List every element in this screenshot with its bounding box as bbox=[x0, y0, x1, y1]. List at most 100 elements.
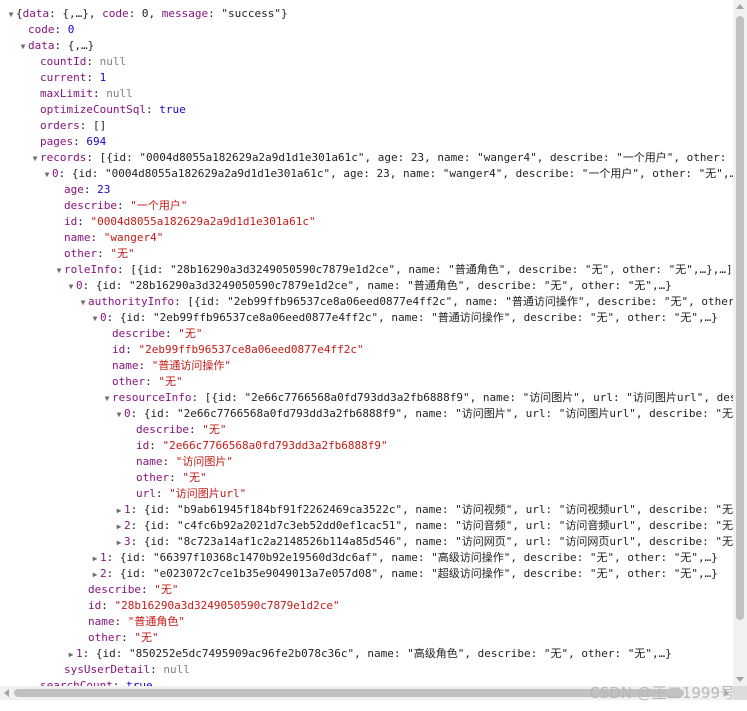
tree-text: : {id: "66397f10368c1470b92e19560d3dc6af… bbox=[106, 551, 718, 564]
expand-triangle-down-icon[interactable]: ▼ bbox=[18, 39, 28, 55]
property-key: age bbox=[64, 183, 84, 196]
tree-line[interactable]: ▶ 2: {id: "e023072c7ce1b35e9049013a7e057d… bbox=[90, 566, 718, 582]
property-value: "访问图片" bbox=[175, 455, 233, 468]
tree-line[interactable]: ▼ {data: {,…}, code: 0, message: "success… bbox=[6, 6, 288, 22]
scroll-left-arrow-icon[interactable] bbox=[4, 689, 9, 697]
tree-text: : bbox=[164, 327, 179, 340]
property-value: null bbox=[163, 663, 190, 676]
property-value: "28b16290a3d3249050590c7879e1d2ce" bbox=[114, 599, 340, 612]
tree-line: maxLimit: null bbox=[30, 86, 133, 102]
expand-triangle-down-icon[interactable]: ▼ bbox=[42, 167, 52, 183]
tree-line[interactable]: ▼ data: {,…} bbox=[18, 38, 95, 55]
expand-triangle-right-icon[interactable]: ▶ bbox=[66, 647, 76, 663]
tree-line[interactable]: ▼ resourceInfo: [{id: "2e66c7766568a0fd79… bbox=[102, 390, 733, 406]
property-value: 694 bbox=[86, 135, 107, 148]
property-key: describe bbox=[88, 583, 141, 596]
tree-line[interactable]: ▶ 1: {id: "66397f10368c1470b92e19560d3dc6… bbox=[90, 550, 718, 566]
tree-line: code: 0 bbox=[18, 22, 74, 38]
property-key: name bbox=[88, 615, 115, 628]
tree-text: { bbox=[16, 7, 23, 20]
tree-text: : 0, bbox=[128, 7, 162, 20]
property-key: message bbox=[161, 7, 209, 20]
property-value: "wanger4" bbox=[103, 231, 164, 244]
tree-text: : bbox=[112, 679, 127, 686]
property-value: null bbox=[106, 87, 133, 100]
property-key: countId bbox=[40, 55, 87, 68]
tree-line[interactable]: ▼ records: [{id: "0004d8055a182629a2a9d1d… bbox=[30, 150, 733, 166]
tree-text: : bbox=[73, 135, 87, 148]
expand-triangle-down-icon[interactable]: ▼ bbox=[66, 279, 76, 295]
scroll-up-arrow-icon[interactable] bbox=[736, 4, 744, 9]
property-value: "无" bbox=[202, 423, 227, 436]
tree-text: : {id: "b9ab61945f184bf91f2262469ca3522c… bbox=[130, 503, 733, 516]
tree-text: : bbox=[86, 71, 100, 84]
tree-line: pages: 694 bbox=[30, 134, 106, 150]
property-key: name bbox=[136, 455, 163, 468]
property-value: true bbox=[126, 679, 153, 686]
property-value: "无" bbox=[110, 247, 135, 260]
property-key: describe bbox=[112, 327, 165, 340]
property-value: "无" bbox=[158, 375, 183, 388]
json-tree-viewer: ▼ {data: {,…}, code: 0, message: "success… bbox=[0, 0, 733, 686]
tree-text: : bbox=[145, 375, 159, 388]
property-value: true bbox=[159, 103, 186, 116]
vertical-scrollbar[interactable] bbox=[733, 0, 747, 686]
expand-triangle-down-icon[interactable]: ▼ bbox=[30, 151, 40, 167]
expand-triangle-right-icon[interactable]: ▶ bbox=[90, 551, 100, 567]
tree-line: sysUserDetail: null bbox=[54, 662, 190, 678]
expand-triangle-down-icon[interactable]: ▼ bbox=[6, 7, 16, 23]
tree-line[interactable]: ▼ 0: {id: "2eb99ffb96537ce8a06eed0877e4ff… bbox=[90, 310, 718, 326]
tree-text: : bbox=[54, 23, 68, 36]
property-key: code bbox=[102, 7, 129, 20]
property-key: 2 bbox=[100, 567, 107, 580]
tree-line[interactable]: ▶ 2: {id: "c4fc6b92a2021d7c3eb52dd0ef1cac… bbox=[114, 518, 733, 534]
tree-text: : bbox=[90, 231, 104, 244]
property-value: 1 bbox=[99, 71, 107, 84]
tree-text: : {id: "28b16290a3d3249050590c7879e1d2ce… bbox=[82, 279, 672, 292]
tree-text: : bbox=[169, 471, 183, 484]
tree-line[interactable]: ▶ 1: {id: "850252e5dc7495909ac96fe2b078c3… bbox=[66, 646, 672, 662]
expand-triangle-down-icon[interactable]: ▼ bbox=[90, 311, 100, 327]
expand-triangle-right-icon[interactable]: ▶ bbox=[114, 503, 124, 519]
property-key: 0 bbox=[52, 167, 59, 180]
tree-line[interactable]: ▶ 1: {id: "b9ab61945f184bf91f2262469ca352… bbox=[114, 502, 733, 518]
tree-line[interactable]: ▼ 0: {id: "0004d8055a182629a2a9d1d1e301a6… bbox=[42, 166, 733, 182]
tree-text: : bbox=[150, 663, 164, 676]
vertical-scroll-thumb[interactable] bbox=[736, 16, 744, 620]
property-key: data bbox=[28, 39, 55, 52]
property-value: "无" bbox=[154, 583, 179, 596]
property-key: 0 bbox=[100, 311, 107, 324]
tree-text: : bbox=[114, 615, 128, 628]
property-key: authorityInfo bbox=[88, 295, 175, 308]
tree-line: id: "2eb99ffb96537ce8a06eed0877e4ff2c" bbox=[102, 342, 364, 358]
tree-text: : bbox=[138, 359, 152, 372]
property-value: "普通角色" bbox=[127, 615, 185, 628]
tree-text: : bbox=[83, 183, 98, 196]
tree-text: : [{id: "2e66c7766568a0fd793dd3a2fb6888f… bbox=[191, 391, 733, 404]
expand-triangle-down-icon[interactable]: ▼ bbox=[54, 263, 64, 279]
tree-text: : [{id: "2eb99ffb96537ce8a06eed0877e4ff2… bbox=[174, 295, 733, 308]
expand-triangle-down-icon[interactable]: ▼ bbox=[102, 391, 112, 407]
tree-text: : bbox=[116, 199, 131, 212]
tree-line[interactable]: ▼ roleInfo: [{id: "28b16290a3d3249050590c… bbox=[54, 262, 733, 278]
expand-triangle-down-icon[interactable]: ▼ bbox=[114, 407, 124, 423]
tree-line[interactable]: ▼ 0: {id: "2e66c7766568a0fd793dd3a2fb6888… bbox=[114, 406, 733, 422]
tree-text: : {id: "0004d8055a182629a2a9d1d1e301a61c… bbox=[58, 167, 733, 180]
expand-triangle-down-icon[interactable]: ▼ bbox=[78, 295, 88, 311]
property-key: other bbox=[64, 247, 98, 260]
expand-triangle-right-icon[interactable]: ▶ bbox=[114, 519, 124, 535]
property-value: 23 bbox=[97, 183, 111, 196]
tree-line[interactable]: ▼ 0: {id: "28b16290a3d3249050590c7879e1d2… bbox=[66, 278, 672, 294]
property-key: 1 bbox=[100, 551, 107, 564]
tree-line: other: "无" bbox=[126, 470, 207, 486]
scroll-down-arrow-icon[interactable] bbox=[736, 677, 744, 682]
tree-text: : bbox=[92, 87, 107, 100]
property-key: id bbox=[88, 599, 102, 612]
expand-triangle-right-icon[interactable]: ▶ bbox=[114, 535, 124, 551]
tree-line[interactable]: ▼ authorityInfo: [{id: "2eb99ffb96537ce8a… bbox=[78, 294, 733, 310]
expand-triangle-right-icon[interactable]: ▶ bbox=[90, 567, 100, 583]
property-key: id bbox=[112, 343, 126, 356]
horizontal-scroll-thumb[interactable] bbox=[14, 689, 684, 697]
tree-line[interactable]: ▶ 3: {id: "8c723a14af1c2a2148526b114a85d5… bbox=[114, 534, 733, 550]
property-key: name bbox=[112, 359, 139, 372]
